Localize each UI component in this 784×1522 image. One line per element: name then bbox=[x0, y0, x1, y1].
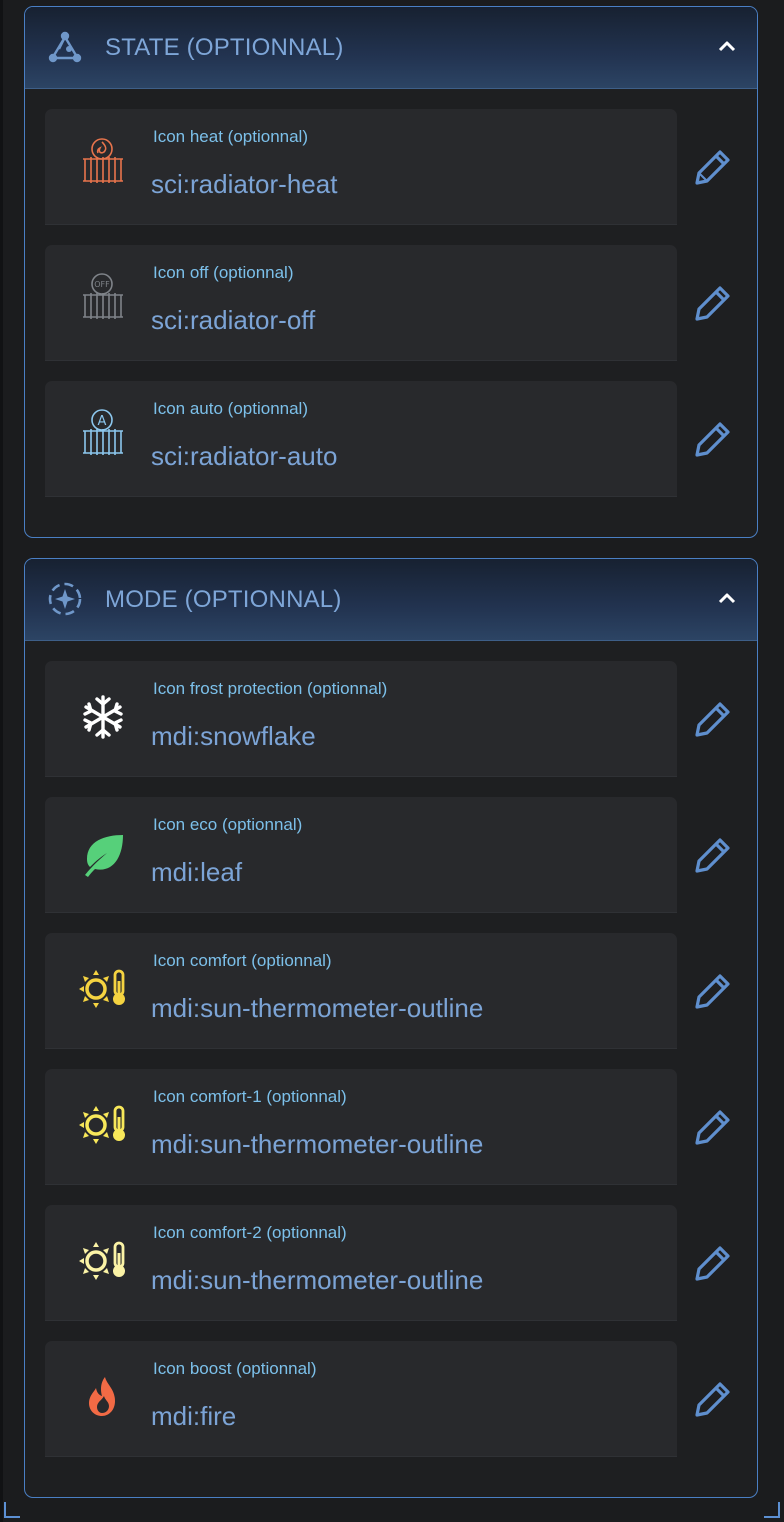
icon-auto-field[interactable]: A Icon auto (optionnal) sci:radiator-aut… bbox=[45, 381, 677, 497]
pencil-icon[interactable] bbox=[691, 1377, 735, 1421]
pencil-icon[interactable] bbox=[691, 1241, 735, 1285]
state-section-title: STATE (OPTIONNAL) bbox=[105, 34, 344, 61]
field-label: Icon frost protection (optionnal) bbox=[153, 679, 388, 698]
pencil-icon[interactable] bbox=[691, 145, 735, 189]
svg-text:A: A bbox=[98, 414, 107, 429]
field-label: Icon boost (optionnal) bbox=[153, 1359, 317, 1378]
sun-thermometer-icon bbox=[79, 969, 125, 1008]
icon-frost-field[interactable]: Icon frost protection (optionnal) mdi:sn… bbox=[45, 661, 677, 777]
chevron-up-icon[interactable] bbox=[717, 37, 737, 57]
field-value: sci:radiator-heat bbox=[151, 169, 338, 199]
field-label: Icon eco (optionnal) bbox=[153, 815, 303, 834]
field-label: Icon heat (optionnal) bbox=[153, 127, 308, 146]
icon-eco-field[interactable]: Icon eco (optionnal) mdi:leaf bbox=[45, 797, 677, 913]
radiator-auto-icon: A bbox=[83, 409, 123, 455]
pencil-icon[interactable] bbox=[691, 1105, 735, 1149]
icon-boost-field[interactable]: Icon boost (optionnal) mdi:fire bbox=[45, 1341, 677, 1457]
leaf-icon bbox=[85, 835, 123, 877]
field-label: Icon auto (optionnal) bbox=[153, 399, 308, 418]
field-label: Icon comfort-1 (optionnal) bbox=[153, 1087, 347, 1106]
field-label: Icon comfort (optionnal) bbox=[153, 951, 332, 970]
mode-section-title: MODE (OPTIONNAL) bbox=[105, 586, 342, 613]
sun-thermometer-icon bbox=[79, 1105, 125, 1144]
icon-comfort-row: Icon comfort (optionnal) mdi:sun-thermom… bbox=[25, 933, 757, 1049]
icon-heat-row: Icon heat (optionnal) sci:radiator-heat bbox=[25, 109, 757, 225]
field-label: Icon comfort-2 (optionnal) bbox=[153, 1223, 347, 1242]
field-value: sci:radiator-off bbox=[151, 305, 316, 335]
icon-comfort-2-field[interactable]: Icon comfort-2 (optionnal) mdi:sun-therm… bbox=[45, 1205, 677, 1321]
icon-eco-row: Icon eco (optionnal) mdi:leaf bbox=[25, 797, 757, 913]
field-value: sci:radiator-auto bbox=[151, 441, 338, 471]
field-value: mdi:leaf bbox=[151, 857, 243, 887]
pencil-icon[interactable] bbox=[691, 833, 735, 877]
icon-comfort-1-field[interactable]: Icon comfort-1 (optionnal) mdi:sun-therm… bbox=[45, 1069, 677, 1185]
chevron-up-icon[interactable] bbox=[717, 589, 737, 609]
radiator-heat-icon bbox=[83, 138, 123, 183]
icon-off-field[interactable]: OFF Icon off (optionnal) sci:radiator-of… bbox=[45, 245, 677, 361]
icon-off-row: OFF Icon off (optionnal) sci:radiator-of… bbox=[25, 245, 757, 361]
state-section-header[interactable]: STATE (OPTIONNAL) bbox=[25, 7, 757, 89]
mode-section-header[interactable]: MODE (OPTIONNAL) bbox=[25, 559, 757, 641]
icon-comfort-2-row: Icon comfort-2 (optionnal) mdi:sun-therm… bbox=[25, 1205, 757, 1321]
fire-icon bbox=[89, 1377, 115, 1416]
svg-text:OFF: OFF bbox=[94, 280, 110, 289]
field-value: mdi:sun-thermometer-outline bbox=[151, 1129, 484, 1159]
frame-corner bbox=[764, 1502, 780, 1518]
snowflake-icon bbox=[83, 695, 123, 739]
icon-comfort-field[interactable]: Icon comfort (optionnal) mdi:sun-thermom… bbox=[45, 933, 677, 1049]
field-label: Icon off (optionnal) bbox=[153, 263, 294, 282]
icon-comfort-1-row: Icon comfort-1 (optionnal) mdi:sun-therm… bbox=[25, 1069, 757, 1185]
icon-boost-row: Icon boost (optionnal) mdi:fire bbox=[25, 1341, 757, 1457]
state-graph-icon bbox=[48, 31, 82, 63]
icon-frost-row: Icon frost protection (optionnal) mdi:sn… bbox=[25, 661, 757, 777]
field-value: mdi:snowflake bbox=[151, 721, 316, 751]
pencil-icon[interactable] bbox=[691, 281, 735, 325]
icon-heat-field[interactable]: Icon heat (optionnal) sci:radiator-heat bbox=[45, 109, 677, 225]
field-value: mdi:sun-thermometer-outline bbox=[151, 993, 484, 1023]
state-section: STATE (OPTIONNAL) Icon heat (optionnal) … bbox=[24, 6, 758, 538]
sun-thermometer-icon bbox=[79, 1241, 125, 1280]
icon-auto-row: A Icon auto (optionnal) sci:radiator-aut… bbox=[25, 381, 757, 497]
field-value: mdi:sun-thermometer-outline bbox=[151, 1265, 484, 1295]
window-edge bbox=[0, 0, 3, 1522]
mode-sparkle-icon bbox=[48, 582, 82, 616]
frame-corner bbox=[4, 1502, 20, 1518]
radiator-off-icon: OFF bbox=[83, 273, 123, 319]
field-value: mdi:fire bbox=[151, 1401, 237, 1431]
mode-section: MODE (OPTIONNAL) Icon frost protection (… bbox=[24, 558, 758, 1498]
pencil-icon[interactable] bbox=[691, 969, 735, 1013]
pencil-icon[interactable] bbox=[691, 417, 735, 461]
pencil-icon[interactable] bbox=[691, 697, 735, 741]
